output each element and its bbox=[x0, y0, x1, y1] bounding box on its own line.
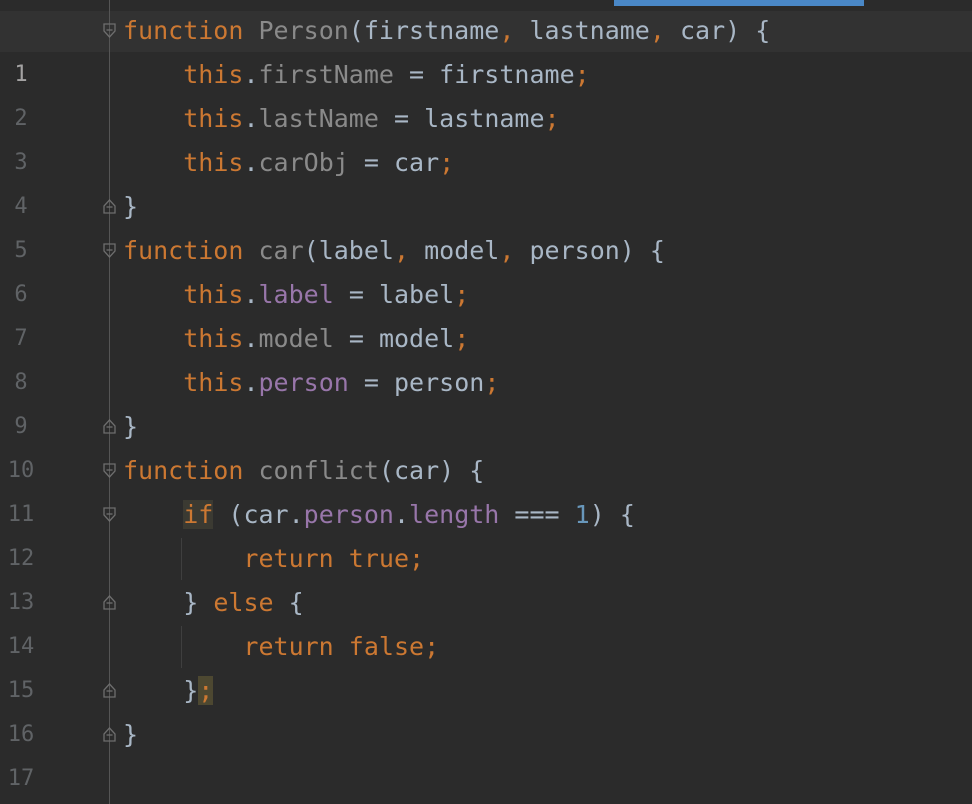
code-text: return true; bbox=[243, 544, 425, 573]
scroll-position-indicator[interactable] bbox=[614, 0, 864, 6]
code-line[interactable]: 15 return false; bbox=[0, 625, 972, 703]
code-line[interactable]: 6 function car(label, model, person) { bbox=[0, 229, 972, 307]
warning-highlight: ; bbox=[198, 676, 214, 705]
fold-open-icon[interactable] bbox=[101, 506, 118, 523]
code-text: function Person(firstname, lastname, car… bbox=[123, 16, 771, 45]
fold-open-icon[interactable] bbox=[101, 242, 118, 259]
code-line[interactable]: 12 if (car.person.length === 1) { bbox=[0, 493, 972, 571]
fold-end-icon[interactable] bbox=[101, 594, 118, 611]
code-text: return false; bbox=[243, 632, 440, 661]
fold-end-icon[interactable] bbox=[101, 682, 118, 699]
code-line[interactable]: 11 function conflict(car) { bbox=[0, 449, 972, 527]
code-line[interactable]: 14 } else { bbox=[0, 581, 972, 659]
code-editor[interactable]: 1 function Person(firstname, lastname, c… bbox=[0, 0, 972, 804]
code-line[interactable]: 3 this.lastName = lastname; bbox=[0, 97, 972, 175]
matched-keyword-highlight: if bbox=[183, 500, 214, 529]
code-text: } else { bbox=[183, 588, 304, 617]
code-line[interactable]: 2 this.firstName = firstname; bbox=[0, 53, 972, 131]
code-line[interactable]: 7 this.label = label; bbox=[0, 273, 972, 351]
code-text: function conflict(car) { bbox=[123, 456, 485, 485]
line-number: 17 bbox=[7, 766, 35, 791]
code-line[interactable]: 8 this.model = model; bbox=[0, 317, 972, 395]
code-line[interactable]: 13 return true; bbox=[0, 537, 972, 615]
code-text: } bbox=[123, 412, 139, 441]
code-text: this.lastName = lastname; bbox=[183, 104, 560, 133]
code-text: } bbox=[123, 192, 139, 221]
code-text: this.carObj = car; bbox=[183, 148, 455, 177]
code-text: this.person = person; bbox=[183, 368, 500, 397]
fold-open-icon[interactable] bbox=[101, 462, 118, 479]
code-text: function car(label, model, person) { bbox=[123, 236, 665, 265]
code-text: this.firstName = firstname; bbox=[183, 60, 590, 89]
code-text: this.model = model; bbox=[183, 324, 470, 353]
code-line[interactable]: 4 this.carObj = car; bbox=[0, 141, 972, 219]
code-line[interactable]: 9 this.person = person; bbox=[0, 361, 972, 439]
code-line[interactable]: 1 function Person(firstname, lastname, c… bbox=[0, 9, 972, 87]
code-line[interactable]: 10 } bbox=[0, 405, 972, 483]
code-line[interactable]: 16 }; bbox=[0, 669, 972, 747]
fold-open-icon[interactable] bbox=[101, 22, 118, 39]
code-text: } bbox=[123, 720, 139, 749]
code-text: this.label = label; bbox=[183, 280, 470, 309]
fold-end-icon[interactable] bbox=[101, 198, 118, 215]
fold-end-icon[interactable] bbox=[101, 418, 118, 435]
code-line[interactable]: 17 } bbox=[0, 713, 972, 791]
code-text: }; bbox=[183, 676, 214, 705]
code-line[interactable]: 5 } bbox=[0, 185, 972, 263]
code-text: if (car.person.length === 1) { bbox=[183, 500, 635, 529]
fold-end-icon[interactable] bbox=[101, 726, 118, 743]
